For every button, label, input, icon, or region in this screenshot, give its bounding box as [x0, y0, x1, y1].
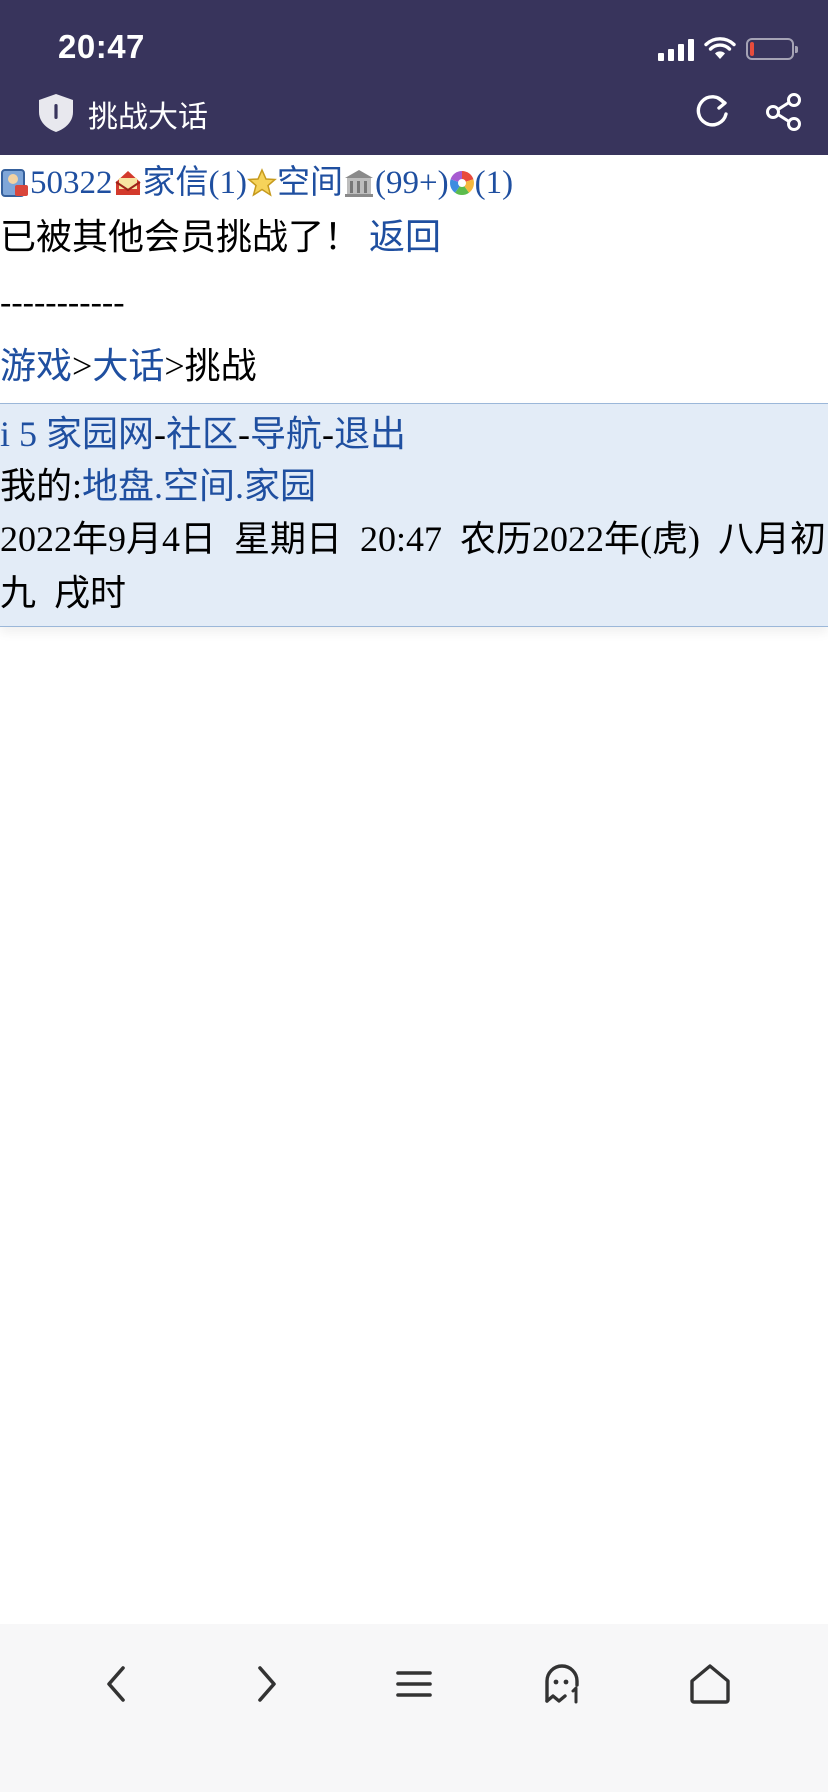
breadcrumb-separator: > — [72, 346, 93, 386]
home-link[interactable]: 家园 — [244, 466, 316, 506]
building-icon — [344, 170, 373, 197]
user-bar: 50322 家信(1) 空间 (99+) (1) — [0, 155, 828, 211]
breadcrumb-separator: > — [164, 346, 185, 386]
site-footer: i 5 家园网-社区-导航-退出 我的:地盘.空间.家园 2022年9月4日 星… — [0, 403, 828, 627]
user-id-link[interactable]: 50322 — [30, 155, 113, 211]
menu-button[interactable] — [384, 1654, 444, 1714]
space-link-footer[interactable]: 空间 — [163, 466, 235, 506]
nav-link[interactable]: 导航 — [250, 414, 322, 454]
share-icon[interactable] — [762, 90, 806, 134]
title-bar: 挑战大话 — [0, 88, 828, 136]
space-link[interactable]: 空间 — [277, 155, 343, 211]
breadcrumb-dahua[interactable]: 大话 — [92, 346, 164, 386]
footer-nav: i 5 家园网-社区-导航-退出 — [0, 408, 828, 460]
house-count-link[interactable]: (99+) — [375, 155, 449, 211]
message-text: 已被其他会员挑战了！ — [0, 217, 361, 257]
tabs-button[interactable] — [532, 1654, 592, 1714]
home-icon — [690, 1664, 730, 1704]
browser-header: 20:47 挑战大话 — [0, 0, 828, 155]
footer-separator: - — [322, 414, 335, 454]
star-icon — [247, 168, 277, 197]
page-content: 50322 家信(1) 空间 (99+) (1) 已被其他会员挑战了！ 返回 -… — [0, 155, 828, 627]
dot-separator: . — [235, 466, 245, 506]
color-count-link[interactable]: (1) — [475, 155, 513, 211]
message-line: 已被其他会员挑战了！ 返回 — [0, 211, 828, 263]
site-link[interactable]: i 5 家园网 — [0, 414, 154, 454]
refresh-icon[interactable] — [690, 90, 734, 134]
status-icons — [658, 34, 798, 64]
forward-button[interactable] — [236, 1654, 296, 1714]
back-link[interactable]: 返回 — [369, 217, 441, 257]
dot-separator: . — [154, 466, 164, 506]
menu-icon — [396, 1671, 432, 1697]
home-button[interactable] — [680, 1654, 740, 1714]
battery-level — [750, 42, 754, 56]
back-button[interactable] — [87, 1654, 147, 1714]
logout-link[interactable]: 退出 — [334, 414, 406, 454]
shield-icon[interactable] — [36, 92, 76, 134]
community-link[interactable]: 社区 — [166, 414, 238, 454]
battery-icon — [746, 38, 798, 60]
footer-separator: - — [154, 414, 167, 454]
footer-datetime: 2022年9月4日 星期日 20:47 农历2022年(虎) 八月初九 戌时 — [0, 519, 826, 613]
breadcrumb: 游戏>大话>挑战 — [0, 339, 828, 393]
page-title: 挑战大话 — [88, 101, 208, 134]
mail-link[interactable]: 家信(1) — [143, 155, 247, 211]
user-icon — [1, 169, 28, 197]
wifi-icon — [704, 37, 736, 59]
breadcrumb-current: 挑战 — [184, 346, 257, 386]
my-label: 我的: — [0, 466, 83, 506]
territory-link[interactable]: 地盘 — [82, 466, 154, 506]
ghost-icon — [545, 1664, 579, 1704]
status-time: 20:47 — [58, 28, 145, 65]
footer-separator: - — [238, 414, 251, 454]
cellular-signal-icon — [658, 37, 694, 61]
mail-icon — [114, 171, 141, 195]
forward-icon — [258, 1666, 276, 1702]
footer-my-links: 我的:地盘.空间.家园 — [0, 460, 828, 512]
browser-toolbar — [0, 1624, 828, 1792]
color-wheel-icon — [449, 171, 474, 195]
divider-text: ----------- — [0, 284, 125, 321]
breadcrumb-games[interactable]: 游戏 — [0, 346, 72, 386]
back-icon — [107, 1666, 125, 1702]
